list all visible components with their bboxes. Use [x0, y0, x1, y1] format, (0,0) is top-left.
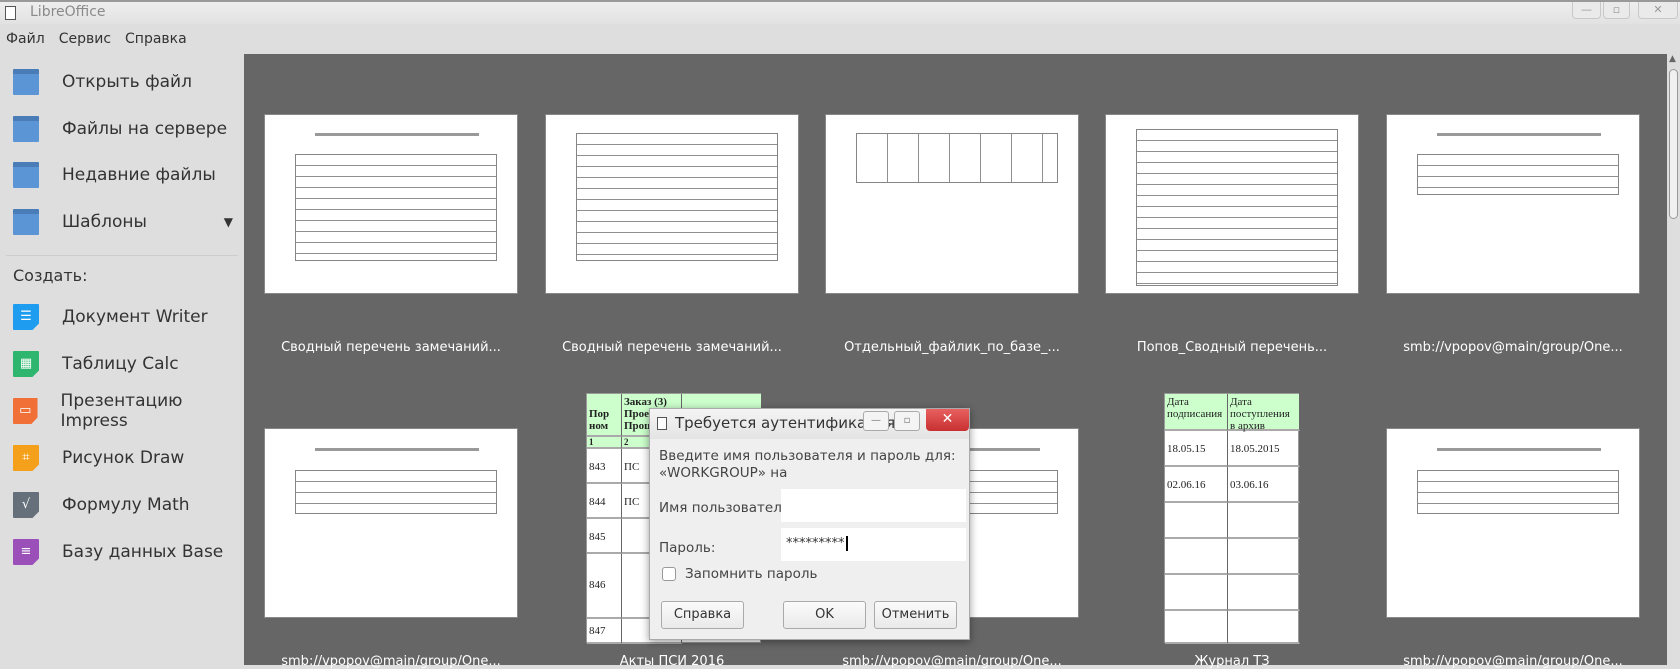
chevron-down-icon[interactable]: ▼: [224, 215, 233, 229]
dialog-minimize-button[interactable]: —: [863, 411, 889, 431]
dialog-prompt: Введите имя пользователя и пароль для:: [659, 448, 956, 464]
document-caption[interactable]: smb://vpopov@main/group/One...: [1373, 340, 1653, 355]
document-icon: [657, 417, 667, 430]
cell: 18.05.15: [1165, 431, 1228, 467]
document-caption[interactable]: Сводный перечень замечаний...: [532, 340, 812, 355]
document-thumbnail[interactable]: [264, 428, 518, 618]
scroll-up-arrow-icon[interactable]: ▲: [1669, 54, 1676, 64]
label: Файлы на сервере: [62, 119, 228, 139]
username-input[interactable]: [781, 489, 966, 522]
folder-remote-icon: [13, 116, 39, 142]
document-caption[interactable]: Сводный перечень замечаний...: [251, 340, 531, 355]
spreadsheet-thumbnail-zhurnal[interactable]: Дата подписания Дата поступления в архив…: [1164, 393, 1300, 644]
label: Таблицу Calc: [62, 354, 179, 374]
menu-tools[interactable]: Сервис: [59, 31, 111, 47]
cell: 02.06.16: [1165, 467, 1228, 503]
vertical-scrollbar[interactable]: ▲: [1667, 54, 1680, 665]
create-math-button[interactable]: √ Формулу Math: [13, 489, 190, 521]
document-icon: [5, 6, 16, 20]
maximize-button[interactable]: ▫: [1603, 2, 1630, 19]
menu-help[interactable]: Справка: [125, 31, 187, 47]
dialog-maximize-button[interactable]: ▫: [894, 411, 920, 431]
cell: 845: [587, 519, 622, 554]
folder-open-icon: [13, 69, 39, 95]
label: Шаблоны: [62, 212, 147, 232]
create-impress-button[interactable]: ▭ Презентацию Impress: [13, 391, 244, 431]
ok-button[interactable]: OK: [783, 601, 866, 629]
impress-icon: ▭: [13, 398, 38, 424]
templates-button[interactable]: Шаблоны ▼: [13, 206, 233, 238]
create-writer-button[interactable]: ☰ Документ Writer: [13, 301, 208, 333]
password-value: *********: [786, 536, 845, 551]
document-caption[interactable]: Попов_Сводный перечень...: [1092, 340, 1372, 355]
cell: 1: [587, 437, 622, 449]
cell: 03.06.16: [1228, 467, 1300, 503]
menu-file[interactable]: Файл: [6, 31, 45, 47]
document-caption[interactable]: Журнал ТЗ: [1092, 654, 1372, 669]
label: Презентацию Impress: [60, 391, 183, 431]
create-base-button[interactable]: ≡ Базу данных Base: [13, 536, 223, 568]
document-thumbnail[interactable]: [1105, 114, 1359, 294]
password-input[interactable]: *********: [781, 528, 966, 561]
base-icon: ≡: [13, 539, 39, 565]
close-button[interactable]: ✕: [1638, 2, 1678, 19]
open-file-button[interactable]: Открыть файл: [13, 66, 192, 98]
cell: Пор ном: [587, 394, 622, 437]
document-thumbnail[interactable]: [1386, 114, 1640, 294]
math-icon: √: [13, 492, 39, 518]
folder-templates-icon: [13, 209, 39, 235]
dialog-title-bar: Требуется аутентификация — ▫ ✕: [650, 409, 969, 439]
label: Формулу Math: [62, 495, 190, 515]
document-caption[interactable]: smb://vpopov@main/group/One...: [812, 654, 1092, 669]
cell: 844: [587, 484, 622, 519]
create-heading: Создать:: [13, 266, 88, 285]
minimize-button[interactable]: —: [1572, 2, 1601, 19]
divider: [6, 255, 238, 256]
folder-recent-icon: [13, 162, 39, 188]
label: Документ Writer: [62, 307, 208, 327]
cell: 846: [587, 554, 622, 619]
draw-icon: ⌗: [13, 445, 39, 471]
menu-bar: Файл Сервис Справка: [0, 26, 187, 52]
document-thumbnail[interactable]: [545, 114, 799, 294]
recent-files-button[interactable]: Недавние файлы: [13, 159, 216, 191]
document-caption[interactable]: Акты ПСИ 2016: [532, 654, 812, 669]
remember-password-checkbox[interactable]: [662, 567, 676, 581]
help-button[interactable]: Справка: [661, 601, 744, 629]
start-center-sidebar: Открыть файл Файлы на сервере Недавние ф…: [0, 54, 244, 665]
document-thumbnail[interactable]: [1386, 428, 1640, 618]
password-label: Пароль:: [659, 540, 716, 556]
remote-files-button[interactable]: Файлы на сервере: [13, 113, 227, 145]
cancel-button[interactable]: Отменить: [874, 601, 957, 629]
dialog-prompt-server: «WORKGROUP» на: [659, 465, 788, 481]
document-thumbnail[interactable]: [825, 114, 1079, 294]
scrollbar-thumb[interactable]: [1669, 69, 1678, 219]
cell: Дата подписания: [1165, 394, 1228, 431]
document-caption[interactable]: smb://vpopov@main/group/One...: [1373, 654, 1653, 669]
document-caption[interactable]: Отдельный_файлик_по_базе_...: [812, 340, 1092, 355]
create-calc-button[interactable]: ▦ Таблицу Calc: [13, 348, 179, 380]
label: Рисунок Draw: [62, 448, 185, 468]
writer-icon: ☰: [13, 304, 39, 330]
cell: 843: [587, 449, 622, 484]
remember-password-label[interactable]: Запомнить пароль: [685, 566, 817, 582]
calc-icon: ▦: [13, 351, 39, 377]
cell: 847: [587, 619, 622, 644]
label: Открыть файл: [62, 72, 192, 92]
label: Недавние файлы: [62, 165, 216, 185]
create-draw-button[interactable]: ⌗ Рисунок Draw: [13, 442, 184, 474]
window-title: LibreOffice: [30, 4, 106, 20]
dialog-close-button[interactable]: ✕: [926, 409, 969, 431]
title-bar: LibreOffice — ▫ ✕: [0, 0, 1680, 24]
cell: Дата поступления в архив: [1228, 394, 1300, 432]
username-label: Имя пользователя:: [659, 500, 795, 516]
cell: 18.05.2015: [1228, 431, 1300, 467]
document-caption[interactable]: smb://vpopov@main/group/One...: [251, 654, 531, 669]
authentication-dialog: Требуется аутентификация — ▫ ✕ Введите и…: [649, 408, 970, 640]
label: Базу данных Base: [62, 542, 224, 562]
document-thumbnail[interactable]: [264, 114, 518, 294]
